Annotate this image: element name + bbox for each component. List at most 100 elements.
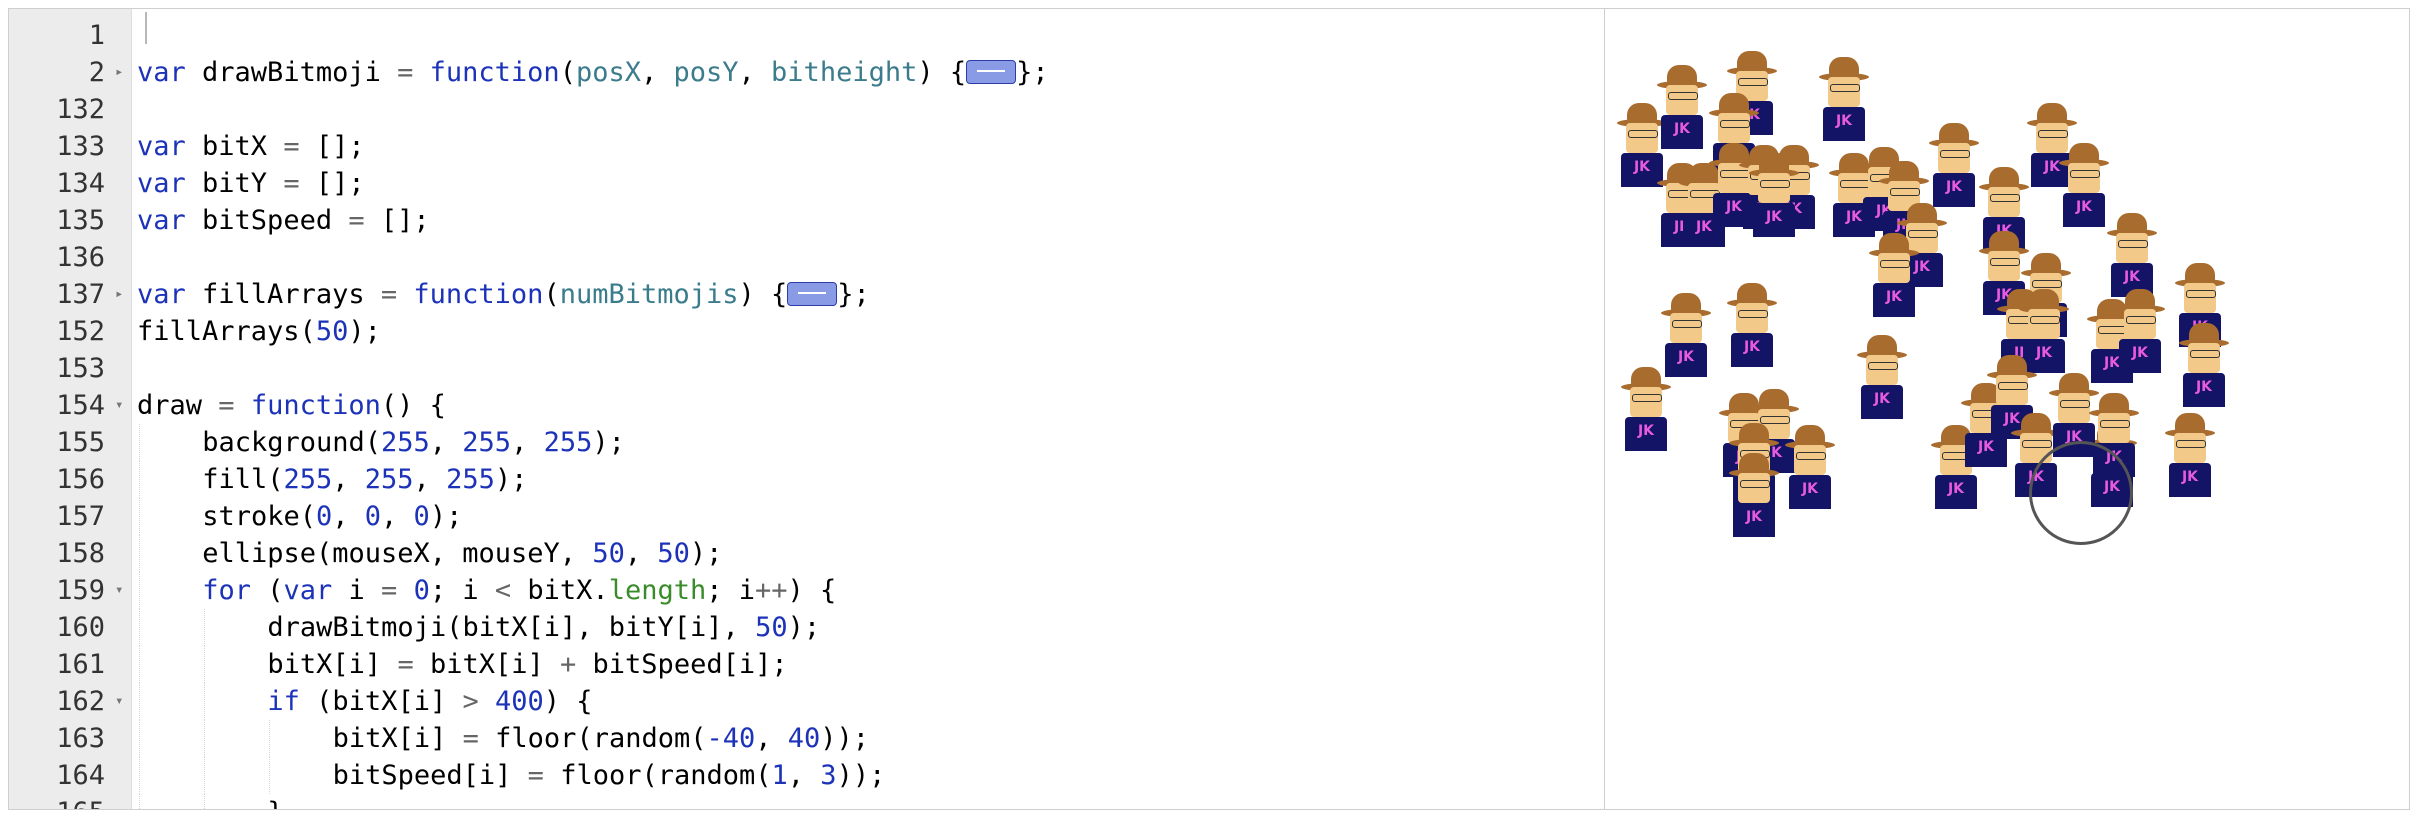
code-line[interactable]: 161 bitX[i] = bitX[i] + bitSpeed[i]; [9,646,1605,683]
code-token: length [608,575,707,606]
code-token: 50 [592,538,625,569]
indent-guide [204,646,206,683]
code-line[interactable]: 154 ▾ draw = function() { [9,387,1605,424]
code-token: drawBitmoji(bitX[i], bitY[i], [267,612,756,643]
code-text: fill(255, 255, 255); [202,461,527,498]
bitmoji-initials: JK [2181,469,2199,485]
code-token: []; [299,131,365,162]
code-line[interactable]: 165} [9,794,1605,809]
indent-guide [139,794,140,809]
code-token: floor(random( [478,723,707,754]
code-token: , [413,464,447,495]
code-line[interactable]: 160 drawBitmoji(bitX[i], bitY[i], 50); [9,609,1605,646]
code-token: bitX[i] [267,649,398,680]
folded-code-widget[interactable] [787,281,838,306]
code-token: function [429,57,560,88]
indent-guide [139,535,140,572]
code-line[interactable]: 163 bitX[i] = floor(random(-40, 40)); [9,720,1605,757]
line-number: 154 [56,390,105,421]
code-token: 0 [413,575,430,606]
code-token: = [348,205,365,236]
code-line[interactable]: 158 ellipse(mouseX, mouseY, 50, 50); [9,535,1605,572]
code-line[interactable]: 1 [9,17,1605,54]
code-editor[interactable]: 1 2 ▸ var drawBitmoji = function(posX, posY… [8,8,1605,810]
bitmoji-initials: JK [1947,481,1965,497]
code-token: ) { [543,686,593,717]
fold-toggle-icon[interactable]: ▾ [115,387,123,424]
mouse-ellipse [2029,441,2133,545]
code-token: 1 [771,760,788,791]
code-token: floor(random( [543,760,772,791]
indent-guide [204,609,206,646]
fold-toggle-icon[interactable]: ▾ [115,683,123,720]
code-token: 400 [495,686,544,717]
code-token: ); [429,501,463,532]
indent-guide [139,757,140,794]
code-line[interactable]: 155 background(255, 255, 255); [9,424,1605,461]
code-token: ; i [706,575,756,606]
output-canvas[interactable]: JK JK JK JK JK JK JK JK JK JK JK JK JK JK JK JK JK JK JK JK… [1604,8,2410,810]
code-text: fillArrays(50); [137,313,381,350]
bitmoji-sprite: JK [2175,319,2233,407]
bitmoji-initials: JK [1765,209,1783,225]
code-token: bitX. [511,575,609,606]
code-token: ( [543,279,560,310]
code-token: , [511,427,544,458]
code-line[interactable]: 164 bitSpeed[i] = floor(random(1, 3)); [9,757,1605,794]
line-number: 165 [9,794,105,809]
folded-code-widget[interactable] [966,59,1017,84]
bitmoji-initials: JK [1743,339,1761,355]
code-text: bitX[i] = floor(random(-40, 40)); [333,720,869,757]
code-token: fill( [202,464,284,495]
code-text: var bitX = []; [137,128,365,165]
line-number: 134 [56,168,105,199]
code-token: bitheight [771,57,918,88]
fold-toggle-icon[interactable]: ▸ [115,54,123,91]
code-line[interactable]: 135 var bitSpeed = []; [9,202,1605,239]
indent-guide [139,461,140,498]
code-token: if [267,686,300,717]
code-line[interactable]: 2 ▸ var drawBitmoji = function(posX, posY,… [9,54,1605,91]
code-line[interactable]: 159 ▾ for (var i = 0; i < bitX.length; i++… [9,572,1605,609]
bitmoji-sprite: JK [2111,285,2169,373]
indent-guide [204,757,206,794]
code-line[interactable]: 133 var bitX = []; [9,128,1605,165]
code-token: bitSpeed[i] [332,760,528,791]
code-line[interactable]: 132 [9,91,1605,128]
code-token: 50 [657,538,690,569]
code-line[interactable]: 162 ▾ if (bitX[i] > 400) { [9,683,1605,720]
code-line[interactable]: 134 var bitY = []; [9,165,1605,202]
indent-guide [139,424,140,461]
code-line[interactable]: 153 [9,350,1605,387]
code-token: ( [559,57,576,88]
code-line[interactable]: 157 stroke(0, 0, 0); [9,498,1605,535]
code-token: bitSpeed[i]; [576,649,788,680]
code-line[interactable]: 152 fillArrays(50); [9,313,1605,350]
bitmoji-initials: JK [1801,481,1819,497]
code-token: ellipse(mouseX, mouseY, [202,538,593,569]
code-token: , [738,57,772,88]
code-token: ); [689,538,723,569]
code-token: []; [299,168,365,199]
line-number: 162 [56,686,105,717]
fold-toggle-icon[interactable]: ▾ [115,572,123,609]
line-number: 155 [56,427,105,458]
fold-toggle-icon[interactable]: ▸ [115,276,123,313]
indent-guide [139,720,140,757]
code-line[interactable]: 156 fill(255, 255, 255); [9,461,1605,498]
code-token: < [494,575,512,606]
code-line[interactable]: 136 [9,239,1605,276]
line-number: 1 [88,20,105,51]
line-number: 164 [56,760,105,791]
line-number: 135 [56,205,105,236]
code-token: 255 [462,427,512,458]
bitmoji-initials: JK [2131,345,2149,361]
code-token: ); [348,316,381,347]
code-line[interactable]: 137 ▸ var fillArrays = function(numBitmoji… [9,276,1605,313]
code-text: drawBitmoji(bitX[i], bitY[i], 50); [267,609,820,646]
code-token: = [218,390,235,421]
bitmoji-initials: JK [2123,269,2141,285]
code-text: bitSpeed[i] = floor(random(1, 3)); [333,757,886,794]
